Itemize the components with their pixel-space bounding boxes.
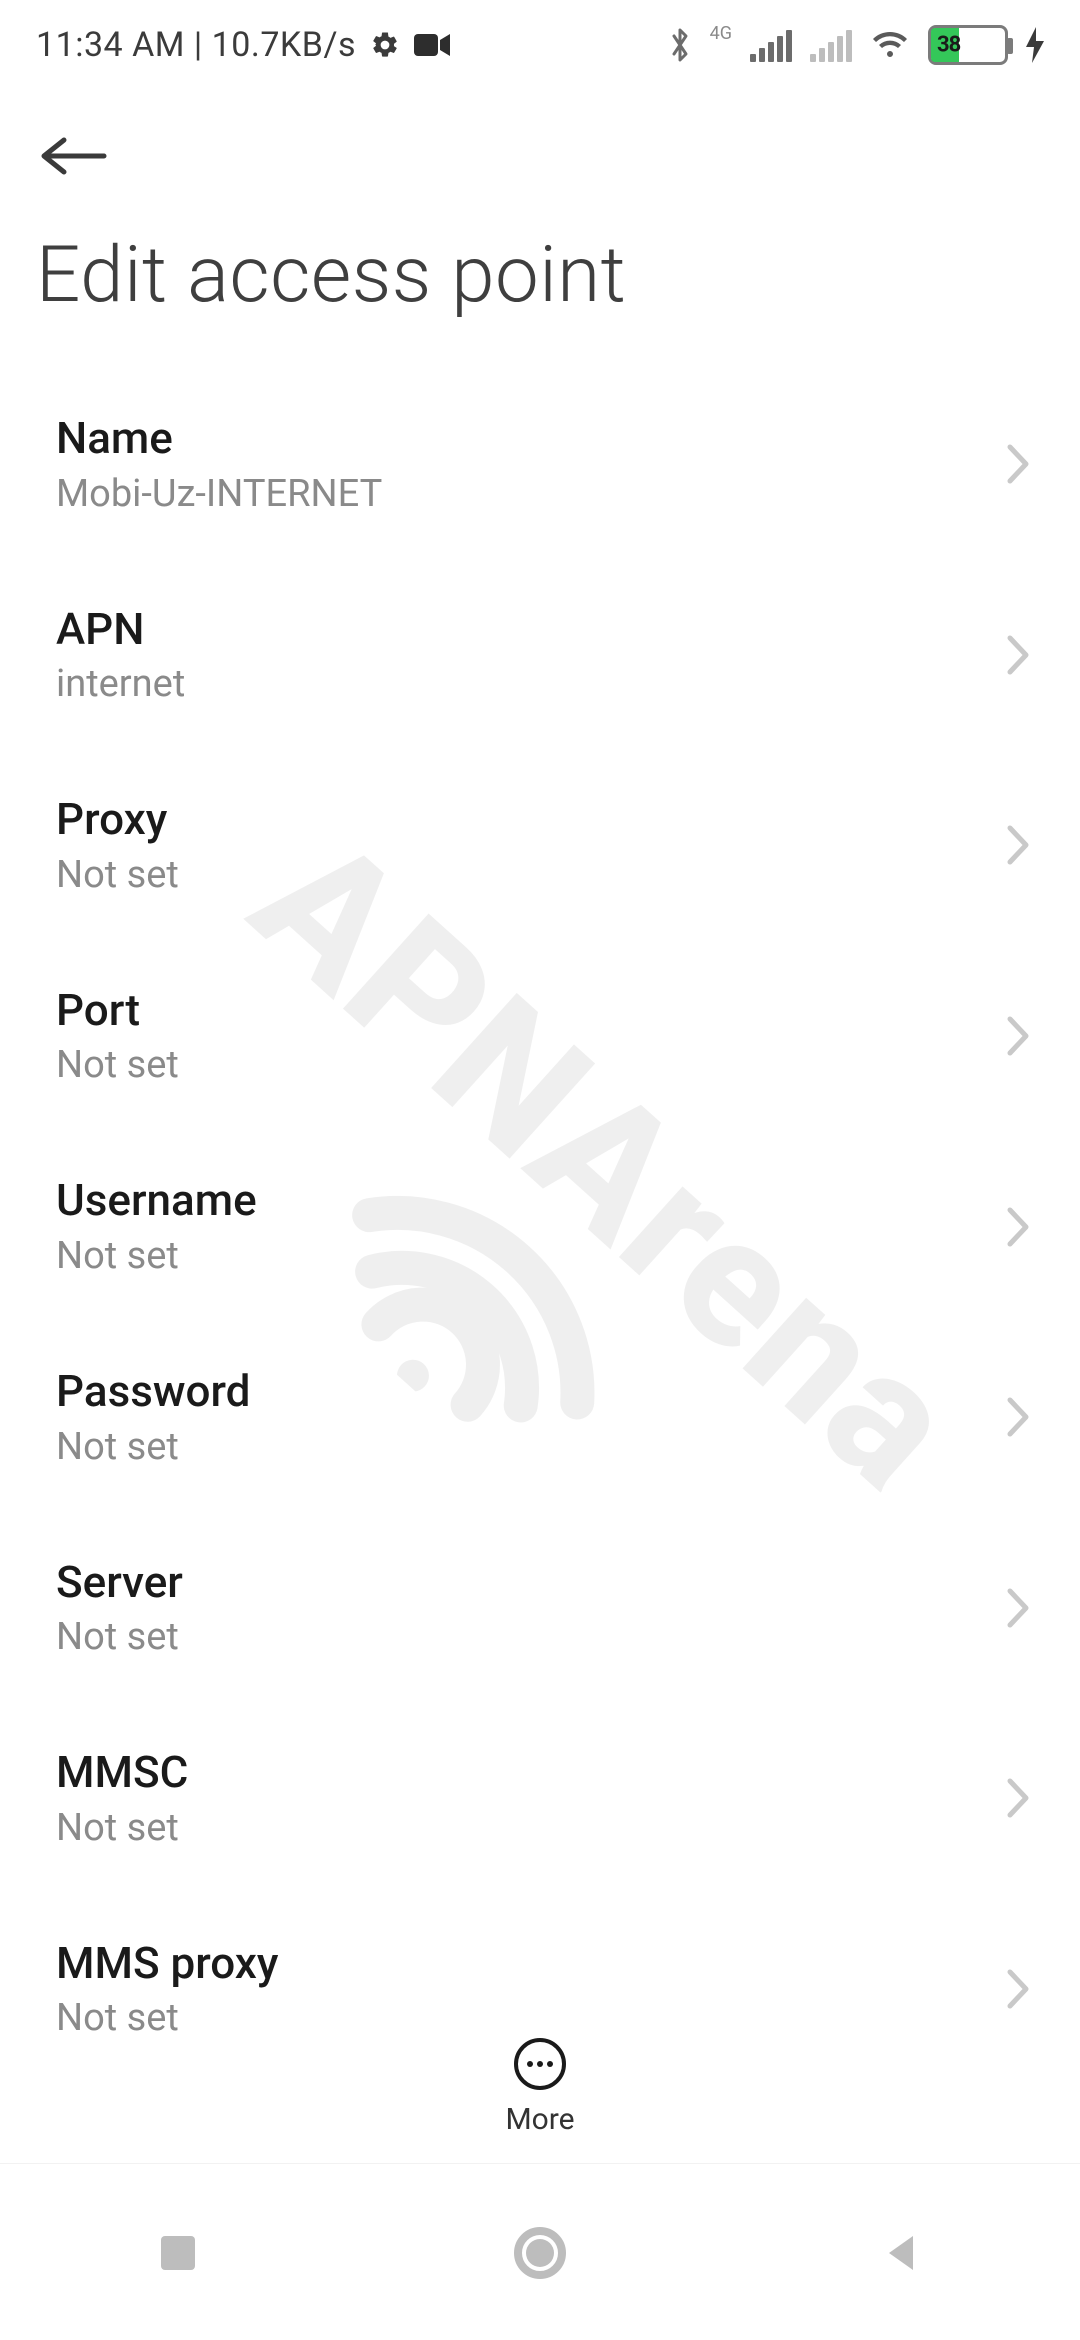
chevron-right-icon [1004, 441, 1032, 487]
setting-row-username[interactable]: Username Not set [0, 1131, 1080, 1322]
setting-text: Name Mobi-Uz-INTERNET [56, 413, 984, 516]
chevron-right-icon [1004, 1775, 1032, 1821]
chevron-right-icon [1004, 632, 1032, 678]
setting-text: APN internet [56, 604, 984, 707]
setting-row-port[interactable]: Port Not set [0, 941, 1080, 1132]
network-label-text: 4G [710, 23, 732, 44]
chevron-right-icon [1004, 1966, 1032, 2012]
setting-text: Port Not set [56, 985, 984, 1088]
setting-row-mmsc[interactable]: MMSC Not set [0, 1703, 1080, 1894]
chevron-right-icon [1004, 1394, 1032, 1440]
setting-label: Username [56, 1175, 984, 1226]
more-label: More [505, 2102, 574, 2137]
setting-value: Not set [56, 1043, 984, 1087]
status-right: 4G 38 [668, 25, 1044, 65]
setting-row-proxy[interactable]: Proxy Not set [0, 750, 1080, 941]
signal-secondary-icon [810, 28, 852, 62]
nav-recent-button[interactable] [155, 2230, 201, 2280]
setting-label: APN [56, 604, 984, 655]
setting-label: MMSC [56, 1747, 984, 1798]
status-time-network: 11:34 AM | 10.7KB/s [36, 25, 356, 65]
status-bar: 11:34 AM | 10.7KB/s 4G 38 [0, 0, 1080, 90]
nav-home-button[interactable] [512, 2225, 568, 2285]
setting-value: Not set [56, 1806, 984, 1850]
battery-indicator: 38 [928, 25, 1008, 65]
setting-value: Not set [56, 1615, 984, 1659]
triangle-left-icon [879, 2230, 925, 2276]
setting-label: Port [56, 985, 984, 1036]
setting-text: Server Not set [56, 1557, 984, 1660]
more-button[interactable]: More [505, 2036, 574, 2137]
wifi-icon [870, 29, 910, 61]
more-icon [512, 2036, 568, 2092]
setting-value: Not set [56, 853, 984, 897]
setting-row-password[interactable]: Password Not set [0, 1322, 1080, 1513]
battery-percent: 38 [931, 33, 1005, 58]
setting-text: MMS proxyNot set [56, 1938, 984, 2041]
setting-label: Name [56, 413, 984, 464]
setting-label: MMS proxy [56, 1938, 984, 1989]
setting-label: Server [56, 1557, 984, 1608]
setting-value: Not set [56, 1234, 984, 1278]
charging-icon [1026, 27, 1044, 63]
back-button[interactable] [36, 112, 124, 200]
bluetooth-icon [668, 26, 692, 64]
status-left: 11:34 AM | 10.7KB/s [36, 25, 450, 65]
square-icon [155, 2230, 201, 2276]
chevron-right-icon [1004, 1204, 1032, 1250]
android-navbar [0, 2170, 1080, 2340]
appbar [0, 90, 1080, 200]
setting-value: Mobi-Uz-INTERNET [56, 472, 984, 516]
setting-label: Proxy [56, 794, 984, 845]
chevron-right-icon [1004, 1585, 1032, 1631]
setting-text: Password Not set [56, 1366, 984, 1469]
setting-row-apn[interactable]: APN internet [0, 560, 1080, 751]
setting-row-server[interactable]: Server Not set [0, 1513, 1080, 1704]
camera-icon [414, 32, 450, 58]
setting-label: Password [56, 1366, 984, 1417]
page-title: Edit access point [0, 200, 1080, 369]
setting-row-name[interactable]: Name Mobi-Uz-INTERNET [0, 369, 1080, 560]
setting-value: Not set [56, 1425, 984, 1469]
setting-text: Username Not set [56, 1175, 984, 1278]
network-label-4g: 4G [710, 23, 732, 44]
gear-icon [370, 30, 400, 60]
setting-text: MMSC Not set [56, 1747, 984, 1850]
setting-text: Proxy Not set [56, 794, 984, 897]
chevron-right-icon [1004, 1013, 1032, 1059]
signal-primary-icon [750, 28, 792, 62]
nav-back-button[interactable] [879, 2230, 925, 2280]
chevron-right-icon [1004, 822, 1032, 868]
setting-value: internet [56, 662, 984, 706]
bottom-bar: More [0, 2026, 1080, 2164]
arrow-left-icon [36, 132, 108, 180]
circle-icon [512, 2225, 568, 2281]
